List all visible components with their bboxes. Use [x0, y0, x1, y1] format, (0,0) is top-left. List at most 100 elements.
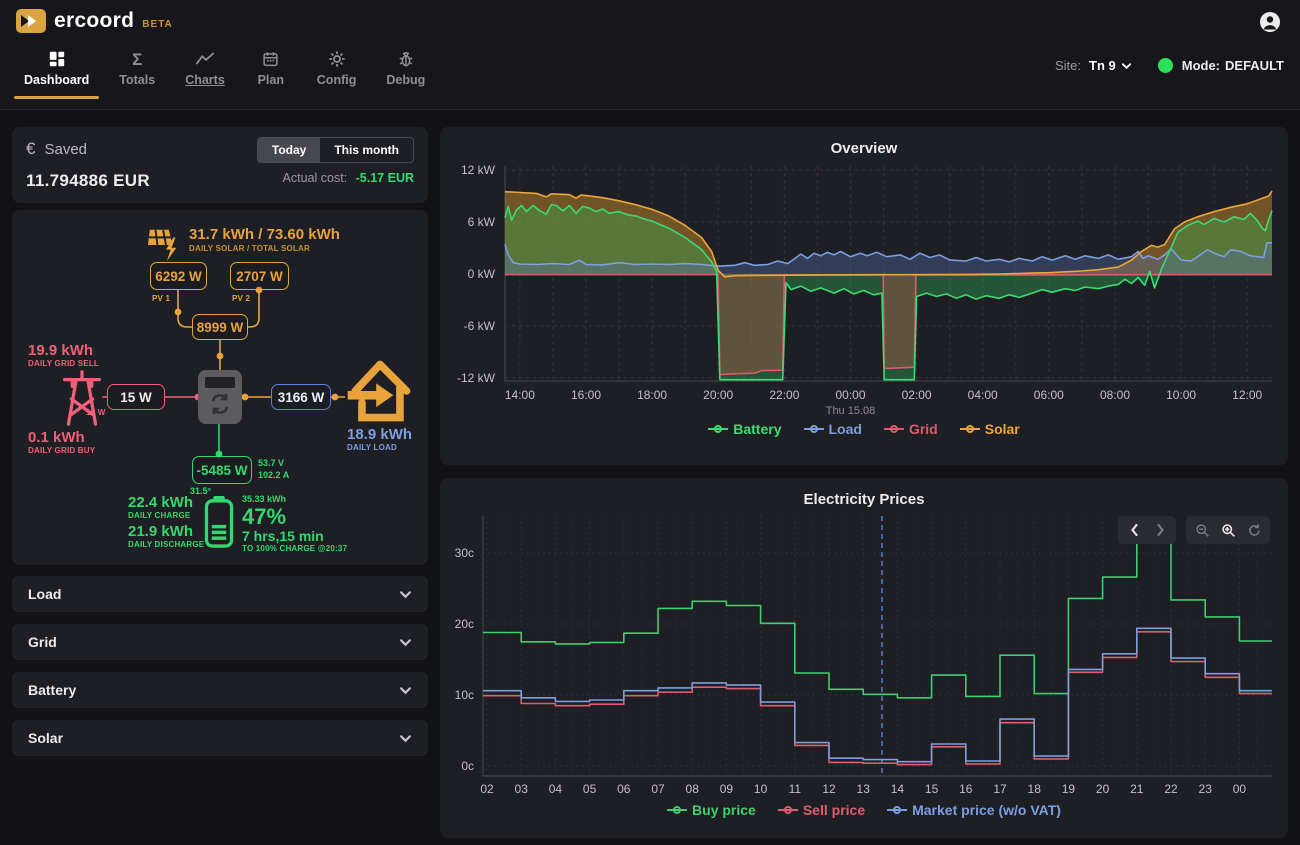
prices-chart-panel: Electricity Prices 0c10c20c30c0203040506…: [440, 478, 1288, 838]
solar-combined-box: 8999 W: [192, 314, 248, 340]
legend-sell-price[interactable]: Sell price: [778, 802, 865, 818]
accordion-grid[interactable]: Grid: [12, 624, 428, 660]
battery-current: 102.2 A: [258, 470, 289, 480]
pv1-power-box: 6292 W: [150, 262, 207, 290]
energy-flow-panel: 31.7 kWh / 73.60 kWh DAILY SOLAR / TOTAL…: [12, 210, 428, 565]
accordion-battery[interactable]: Battery: [12, 672, 428, 708]
svg-text:12 kW: 12 kW: [461, 163, 496, 177]
tab-plan[interactable]: Plan: [245, 44, 297, 99]
overview-title: Overview: [440, 127, 1288, 157]
svg-text:20:00: 20:00: [703, 388, 733, 402]
actual-cost: Actual cost: -5.17 EUR: [283, 171, 414, 185]
solar-caption: DAILY SOLAR / TOTAL SOLAR: [189, 244, 310, 253]
logo-icon: [16, 9, 46, 33]
user-avatar-icon[interactable]: [1258, 10, 1282, 34]
bug-icon: [397, 50, 415, 68]
svg-text:15: 15: [925, 782, 939, 796]
svg-text:18: 18: [1028, 782, 1042, 796]
battery-daily-discharge: 21.9 kWh: [128, 523, 193, 540]
svg-text:0 kW: 0 kW: [468, 267, 496, 281]
svg-text:02: 02: [480, 782, 494, 796]
overview-chart-panel: Overview 12 kW6 kW0 kW-6 kW-12 kW14:0016…: [440, 127, 1288, 465]
grid-power-small-label: 15 W: [86, 408, 105, 417]
battery-time-caption: TO 100% CHARGE @20:37: [242, 544, 347, 553]
svg-text:14: 14: [891, 782, 905, 796]
battery-daily-charge: 22.4 kWh: [128, 494, 193, 511]
svg-text:-6 kW: -6 kW: [464, 319, 496, 333]
prices-chart: 0c10c20c30c02030405060708091011121314151…: [440, 508, 1288, 800]
house-icon: [345, 353, 415, 429]
battery-voltage: 53.7 V: [258, 458, 284, 468]
tab-debug[interactable]: Debug: [376, 44, 435, 99]
mode-label: Mode:: [1182, 58, 1220, 73]
pv1-label: PV 1: [152, 294, 170, 303]
svg-text:11: 11: [789, 782, 802, 796]
svg-text:22:00: 22:00: [769, 388, 799, 402]
chart-line-icon: [195, 50, 215, 68]
mode-status-dot: [1158, 58, 1173, 73]
zoom-out-icon[interactable]: [1190, 519, 1214, 541]
load-daily-value: 18.9 kWh: [347, 426, 412, 443]
prices-title: Electricity Prices: [440, 478, 1288, 508]
svg-text:18:00: 18:00: [637, 388, 667, 402]
site-mode-bar: Site: Tn 9 Mode: DEFAULT: [1055, 58, 1284, 73]
pan-left-icon[interactable]: [1122, 519, 1146, 541]
grid-power-box: 15 W: [107, 384, 165, 410]
svg-text:30c: 30c: [455, 546, 474, 560]
saved-card: € Saved 11.794886 EUR Today This month A…: [12, 127, 428, 203]
pan-right-icon[interactable]: [1148, 519, 1172, 541]
gear-icon: [328, 50, 346, 68]
svg-text:Thu 15.08: Thu 15.08: [826, 405, 876, 417]
battery-temp: 31.5°: [190, 486, 211, 496]
svg-text:00:00: 00:00: [835, 388, 865, 402]
logo-text: ercoord: [54, 9, 134, 33]
chevron-down-icon: [399, 734, 412, 743]
toggle-month-button[interactable]: This month: [320, 138, 413, 162]
legend-battery[interactable]: Battery: [708, 421, 781, 437]
euro-icon: €: [26, 139, 35, 159]
grid-pylon-icon: [58, 370, 106, 428]
svg-text:-12 kW: -12 kW: [457, 371, 496, 385]
overview-legend: Battery Load Grid Solar: [440, 421, 1288, 437]
svg-text:21: 21: [1130, 782, 1144, 796]
tab-config[interactable]: Config: [307, 44, 367, 99]
svg-text:10c: 10c: [455, 688, 474, 702]
tab-totals[interactable]: Σ Totals: [109, 44, 165, 99]
reset-zoom-icon[interactable]: [1242, 519, 1266, 541]
inverter-display: [205, 377, 235, 388]
legend-market-price[interactable]: Market price (w/o VAT): [887, 802, 1061, 818]
legend-grid[interactable]: Grid: [884, 421, 938, 437]
legend-load[interactable]: Load: [804, 421, 862, 437]
tab-charts[interactable]: Charts: [175, 44, 235, 99]
logo: ercoord BETA: [16, 9, 173, 33]
svg-text:13: 13: [857, 782, 871, 796]
calendar-icon: [262, 50, 279, 68]
beta-badge: BETA: [142, 19, 172, 30]
prices-toolbar: [1118, 516, 1270, 544]
svg-text:08: 08: [686, 782, 700, 796]
accordion-load[interactable]: Load: [12, 576, 428, 612]
battery-icon: [204, 496, 234, 548]
legend-solar[interactable]: Solar: [960, 421, 1020, 437]
accordion-solar[interactable]: Solar: [12, 720, 428, 756]
zoom-in-icon[interactable]: [1216, 519, 1240, 541]
tab-dashboard[interactable]: Dashboard: [14, 44, 99, 99]
svg-text:03: 03: [515, 782, 529, 796]
svg-text:19: 19: [1062, 782, 1076, 796]
sigma-icon: Σ: [132, 50, 142, 68]
svg-text:00: 00: [1233, 782, 1247, 796]
solar-panel-icon: [146, 226, 184, 262]
grid-sell-caption: DAILY GRID SELL: [28, 359, 99, 368]
toggle-today-button[interactable]: Today: [258, 138, 320, 162]
svg-text:06:00: 06:00: [1034, 388, 1064, 402]
svg-text:05: 05: [583, 782, 597, 796]
legend-buy-price[interactable]: Buy price: [667, 802, 756, 818]
svg-text:09: 09: [720, 782, 734, 796]
pv2-label: PV 2: [232, 294, 250, 303]
site-selector[interactable]: Tn 9: [1089, 58, 1132, 73]
svg-text:17: 17: [993, 782, 1007, 796]
chevron-down-icon: [399, 686, 412, 695]
solar-daily-total: 31.7 kWh / 73.60 kWh: [189, 226, 340, 243]
site-label: Site:: [1055, 58, 1081, 73]
svg-text:06: 06: [617, 782, 631, 796]
